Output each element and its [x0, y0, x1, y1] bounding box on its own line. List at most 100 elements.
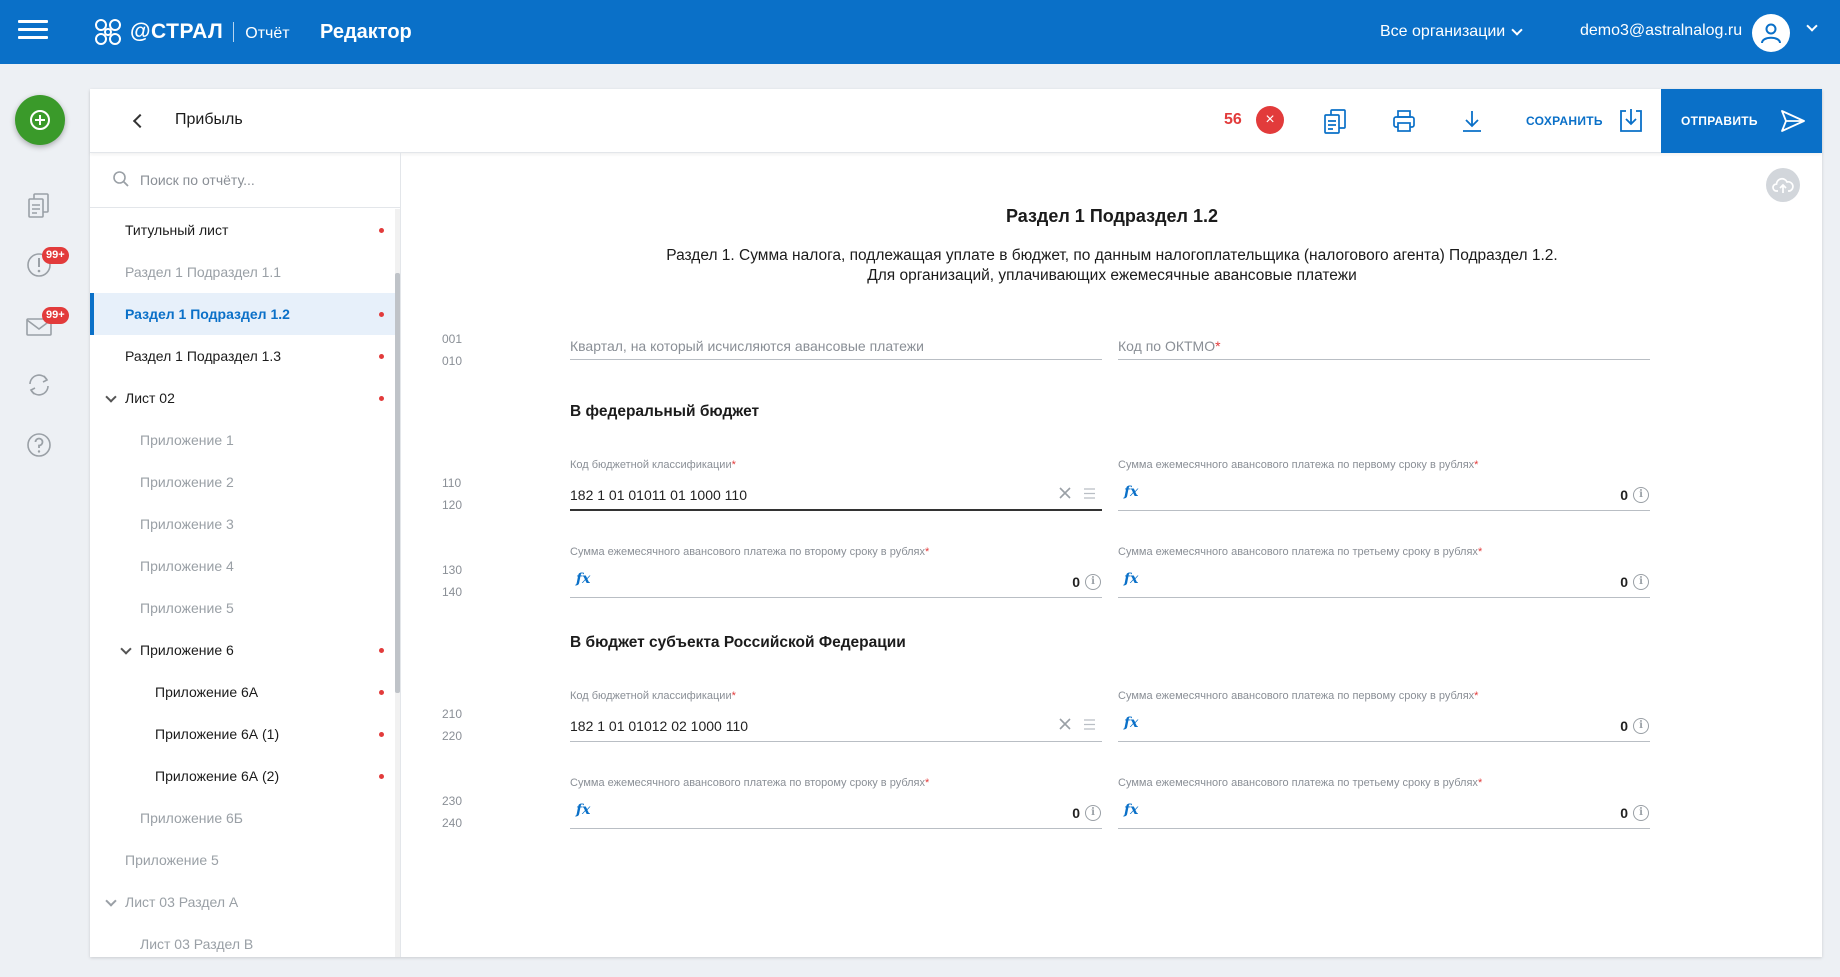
tree-item-appendix-5b[interactable]: Приложение 5: [90, 839, 400, 881]
formula-icon[interactable]: fx: [1124, 715, 1138, 731]
form-area: Раздел 1 Подраздел 1.2 Раздел 1. Сумма н…: [402, 153, 1822, 957]
chevron-down-icon[interactable]: [1806, 20, 1818, 32]
tree-item-appendix-2[interactable]: Приложение 2: [90, 461, 400, 503]
tree-item-section-1-1[interactable]: Раздел 1 Подраздел 1.1: [90, 251, 400, 293]
tree-item-sheet-03-v[interactable]: Лист 03 Раздел В: [90, 923, 400, 957]
errors-button[interactable]: ×: [1256, 106, 1284, 134]
help-icon[interactable]: [24, 430, 54, 460]
line-number: 140: [442, 585, 463, 599]
tree-item-appendix-5[interactable]: Приложение 5: [90, 587, 400, 629]
info-icon[interactable]: i: [1633, 574, 1649, 590]
user-email[interactable]: demo3@astralnalog.ru: [1580, 22, 1742, 40]
back-icon[interactable]: [130, 113, 146, 129]
clear-icon[interactable]: [1058, 486, 1072, 500]
tree-item-title-page[interactable]: Титульный лист: [90, 209, 400, 251]
tree-item-appendix-1[interactable]: Приложение 1: [90, 419, 400, 461]
print-icon[interactable]: [1390, 107, 1418, 135]
info-icon[interactable]: i: [1085, 805, 1101, 821]
documents-icon[interactable]: [24, 190, 54, 220]
list-icon[interactable]: [1083, 718, 1096, 731]
chevron-down-icon[interactable]: [120, 643, 132, 655]
app-logo[interactable]: @СТРАЛ Отчёт: [92, 14, 290, 50]
tree-item-label: Приложение 2: [140, 474, 234, 490]
sidebar-scrollbar[interactable]: [395, 273, 400, 693]
error-dot: [379, 732, 384, 737]
regional-budget-heading: В бюджет субъекта Российской Федерации: [570, 634, 906, 651]
federal-payment-2-value[interactable]: 0: [1072, 574, 1080, 590]
federal-payment-2-field[interactable]: Сумма ежемесячного авансового платежа по…: [570, 546, 1102, 598]
info-icon[interactable]: i: [1085, 574, 1101, 590]
field-label: Сумма ежемесячного авансового платежа по…: [1118, 690, 1479, 702]
tree-item-section-1-2[interactable]: Раздел 1 Подраздел 1.2: [90, 293, 400, 335]
chevron-down-icon[interactable]: [105, 391, 117, 403]
federal-kbk-field[interactable]: Код бюджетной классификации* 182 1 01 01…: [570, 459, 1102, 511]
tree-item-sheet-03-a[interactable]: Лист 03 Раздел А: [90, 881, 400, 923]
regional-kbk-field[interactable]: Код бюджетной классификации* 182 1 01 01…: [570, 690, 1102, 742]
search-input[interactable]: [140, 169, 380, 191]
tree-item-label: Приложение 3: [140, 516, 234, 532]
tree-item-section-1-3[interactable]: Раздел 1 Подраздел 1.3: [90, 335, 400, 377]
info-icon[interactable]: i: [1633, 718, 1649, 734]
federal-kbk-value[interactable]: 182 1 01 01011 01 1000 110: [570, 487, 747, 503]
tree-item-appendix-3[interactable]: Приложение 3: [90, 503, 400, 545]
federal-payment-1-field[interactable]: Сумма ежемесячного авансового платежа по…: [1118, 459, 1650, 511]
report-tree: Титульный лист Раздел 1 Подраздел 1.1 Ра…: [90, 209, 400, 957]
regional-payment-2-field[interactable]: Сумма ежемесячного авансового платежа по…: [570, 777, 1102, 829]
oktmo-field[interactable]: Код по ОКТМО*: [1118, 332, 1650, 360]
error-dot: [379, 648, 384, 653]
info-icon[interactable]: i: [1633, 805, 1649, 821]
copy-document-icon[interactable]: [1321, 107, 1349, 135]
formula-icon[interactable]: fx: [1124, 571, 1138, 587]
clear-icon[interactable]: [1058, 717, 1072, 731]
tree-item-label: Приложение 6: [140, 642, 234, 658]
tree-item-appendix-4[interactable]: Приложение 4: [90, 545, 400, 587]
tree-item-appendix-6a[interactable]: Приложение 6А: [90, 671, 400, 713]
save-icon[interactable]: [1616, 106, 1646, 136]
regional-payment-3-value[interactable]: 0: [1620, 805, 1628, 821]
chevron-down-icon[interactable]: [105, 895, 117, 907]
download-icon[interactable]: [1458, 107, 1486, 135]
federal-payment-3-field[interactable]: Сумма ежемесячного авансового платежа по…: [1118, 546, 1650, 598]
formula-icon[interactable]: fx: [1124, 484, 1138, 500]
formula-icon[interactable]: fx: [576, 571, 590, 587]
organization-select[interactable]: Все организации: [1380, 23, 1523, 41]
error-dot: [379, 228, 384, 233]
quarter-field[interactable]: Квартал, на который исчисляются авансовы…: [570, 332, 1102, 360]
menu-icon[interactable]: [18, 20, 48, 44]
regional-payment-1-value[interactable]: 0: [1620, 718, 1628, 734]
quarter-placeholder: Квартал, на который исчисляются авансовы…: [570, 338, 924, 354]
create-button[interactable]: [15, 95, 65, 145]
list-icon[interactable]: [1083, 487, 1096, 500]
tree-item-appendix-6a-2[interactable]: Приложение 6А (2): [90, 755, 400, 797]
tree-item-appendix-6b[interactable]: Приложение 6Б: [90, 797, 400, 839]
field-label: Код бюджетной классификации*: [570, 690, 736, 702]
tree-item-label: Приложение 5: [140, 600, 234, 616]
tree-item-label: Титульный лист: [125, 222, 229, 238]
error-count[interactable]: 56: [1224, 111, 1242, 129]
regional-kbk-value[interactable]: 182 1 01 01012 02 1000 110: [570, 718, 748, 734]
federal-payment-3-value[interactable]: 0: [1620, 574, 1628, 590]
field-label: Сумма ежемесячного авансового платежа по…: [1118, 459, 1479, 471]
save-button[interactable]: СОХРАНИТЬ: [1526, 114, 1603, 128]
tree-item-label: Раздел 1 Подраздел 1.3: [125, 348, 282, 364]
regional-payment-2-value[interactable]: 0: [1072, 805, 1080, 821]
field-label: Код бюджетной классификации*: [570, 459, 736, 471]
cloud-upload-button[interactable]: [1766, 168, 1800, 202]
line-number: 010: [442, 354, 463, 368]
report-search: [90, 153, 400, 208]
formula-icon[interactable]: fx: [576, 802, 590, 818]
tree-item-label: Лист 02: [125, 390, 175, 406]
formula-icon[interactable]: fx: [1124, 802, 1138, 818]
tree-item-sheet-02[interactable]: Лист 02: [90, 377, 400, 419]
federal-payment-1-value[interactable]: 0: [1620, 487, 1628, 503]
send-button[interactable]: ОТПРАВИТЬ: [1661, 89, 1822, 153]
sync-icon[interactable]: [24, 370, 54, 400]
avatar[interactable]: [1752, 14, 1790, 52]
organization-select-label: Все организации: [1380, 23, 1506, 40]
regional-payment-3-field[interactable]: Сумма ежемесячного авансового платежа по…: [1118, 777, 1650, 829]
tree-item-appendix-6[interactable]: Приложение 6: [90, 629, 400, 671]
tree-item-appendix-6a-1[interactable]: Приложение 6А (1): [90, 713, 400, 755]
info-icon[interactable]: i: [1633, 487, 1649, 503]
regional-payment-1-field[interactable]: Сумма ежемесячного авансового платежа по…: [1118, 690, 1650, 742]
astral-logo-icon: [95, 19, 121, 45]
